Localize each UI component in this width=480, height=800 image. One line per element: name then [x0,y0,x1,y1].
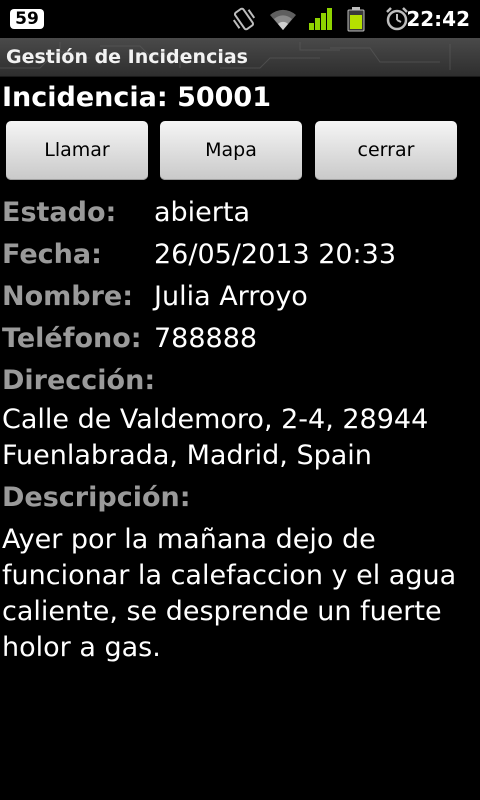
app-title: Gestión de Incidencias [6,46,248,68]
close-incident-button[interactable]: cerrar [315,121,457,180]
signal-icon [309,8,332,30]
incident-heading: Incidencia: 50001 [2,82,271,113]
fecha-label: Fecha: [2,239,102,270]
status-bar: 59 22:42 [0,0,480,38]
telefono-value: 788888 [154,323,258,354]
app-title-bar: Gestión de Incidencias [0,38,480,77]
vibrate-icon [232,7,256,31]
call-button[interactable]: Llamar [6,121,148,180]
descripcion-value: Ayer por la mañana dejo de funcionar la … [2,524,457,663]
estado-label: Estado: [2,197,117,228]
status-clock: 22:42 [406,7,470,31]
notification-count-badge[interactable]: 59 [10,9,44,29]
fecha-value: 26/05/2013 20:33 [154,239,397,270]
nombre-value: Julia Arroyo [154,281,308,312]
battery-icon [347,7,365,32]
wifi-icon [270,9,296,30]
estado-value: abierta [154,197,251,228]
descripcion-label: Descripción: [2,482,191,513]
nombre-label: Nombre: [2,281,134,312]
map-button[interactable]: Mapa [160,121,302,180]
telefono-label: Teléfono: [2,323,142,354]
direccion-label: Dirección: [2,365,156,396]
direccion-value: Calle de Valdemoro, 2-4, 28944 Fuenlabra… [2,404,429,471]
